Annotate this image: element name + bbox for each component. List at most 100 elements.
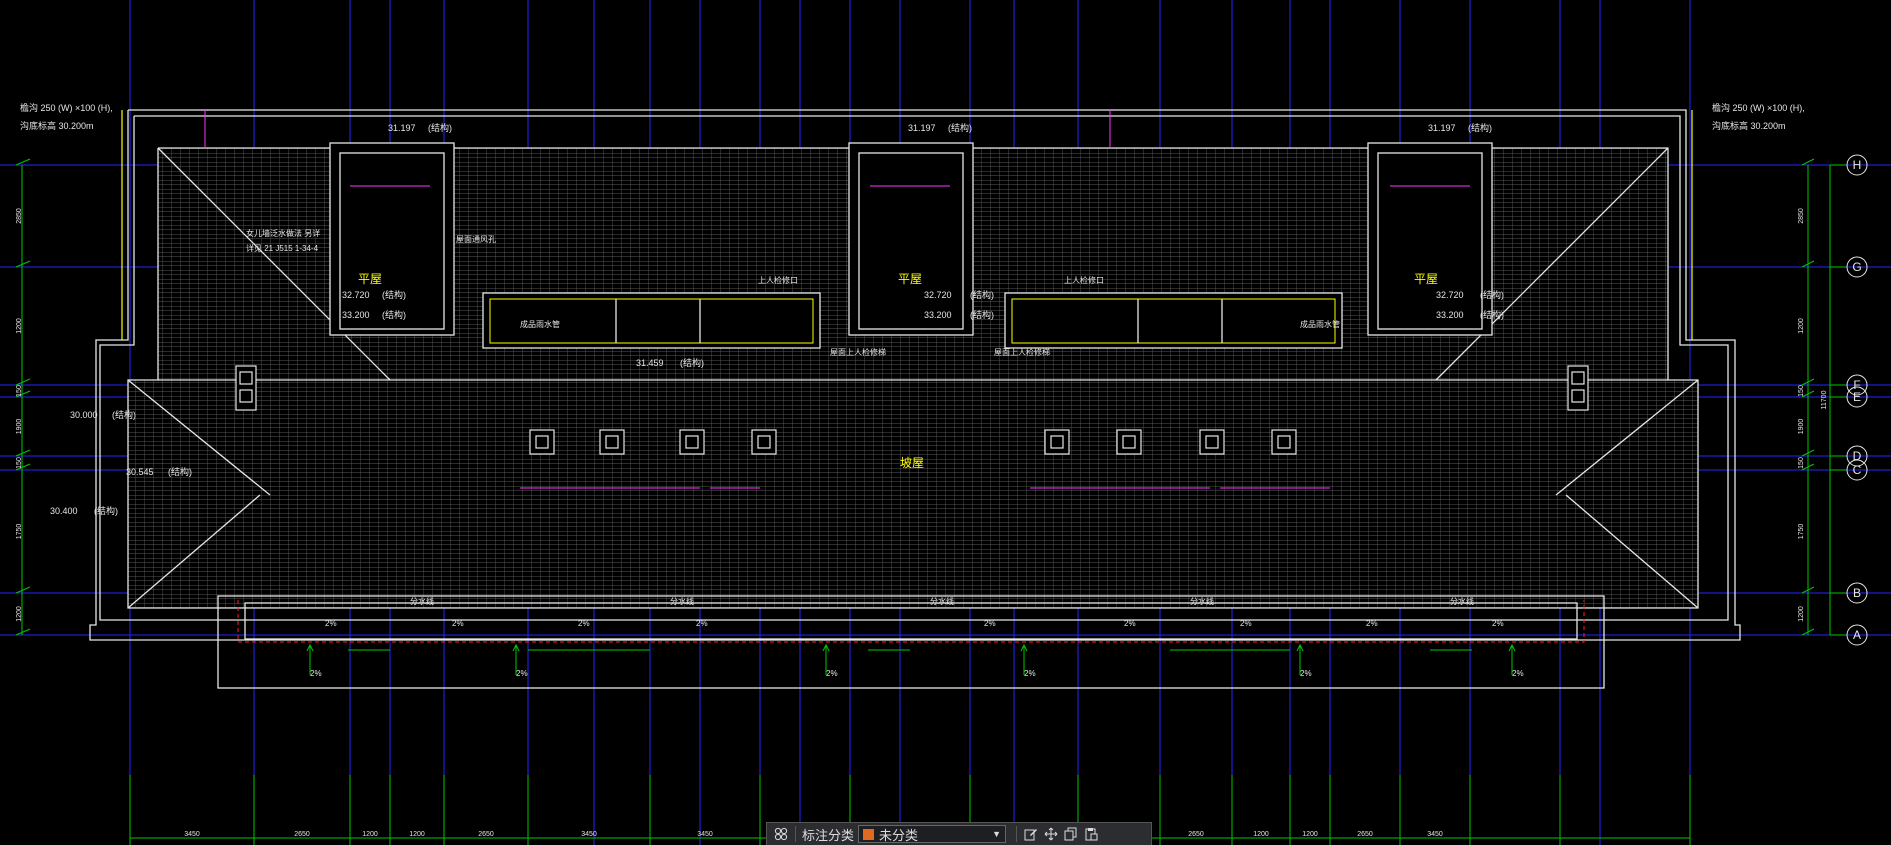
bottom-dim-2: 1200	[362, 831, 378, 838]
level-30000: 30.000	[70, 410, 98, 420]
vent-box	[599, 429, 625, 455]
bottom-dim-6: 3450	[697, 831, 713, 838]
label-flat-left: 平屋	[358, 272, 382, 286]
bottom-dim-5: 3450	[581, 831, 597, 838]
edit-icon[interactable]	[1021, 824, 1041, 844]
note-gutter-center: 屋面上人检修梯	[994, 347, 1050, 357]
rooflight-right	[1004, 292, 1343, 349]
axis-label-E: E	[1853, 390, 1861, 404]
dim-tick	[1801, 158, 1815, 166]
left-dim-0: 2850	[16, 208, 23, 224]
bottom-dim-1: 2650	[294, 831, 310, 838]
chevron-down-icon: ▼	[992, 829, 1002, 839]
dim-tick	[15, 449, 31, 457]
stair-box-right	[1367, 142, 1493, 336]
annotation-category-label: 标注分类	[802, 827, 855, 843]
right-dim-4: 150	[1798, 457, 1805, 469]
slope-label-5: 2%	[1124, 619, 1136, 628]
bottom-dim-13: 1200	[1253, 831, 1269, 838]
slope-label-3: 2%	[696, 619, 708, 628]
split-line-label-1: 分水线	[670, 596, 694, 606]
note-gutter-left: 屋面上人检修梯	[830, 347, 886, 357]
stair-box-left	[329, 142, 455, 336]
group-icon[interactable]	[771, 824, 791, 844]
paste-icon[interactable]	[1081, 824, 1101, 844]
level-30400-struct: (结构)	[94, 505, 118, 516]
right-dim-2: 150	[1798, 385, 1805, 397]
dim-tick	[15, 586, 31, 594]
slope-label-14: 2%	[1512, 669, 1524, 678]
bottom-dim-3: 1200	[409, 831, 425, 838]
dim-tick	[15, 378, 31, 386]
axis-label-B: B	[1853, 586, 1861, 600]
note-vent: 屋面通风孔	[456, 234, 496, 244]
move-icon[interactable]	[1041, 824, 1061, 844]
slope-label-12: 2%	[1024, 669, 1036, 678]
label-slope-roof: 坡屋	[900, 456, 924, 470]
gutter-outlet	[1567, 365, 1589, 411]
pipe-label-left: 成品雨水管	[520, 319, 560, 329]
cad-drawing-canvas[interactable]: 2850 1200 150 1900 150 1750 1200 2850 1200 150 19…	[0, 0, 1891, 845]
note-ladder-left: 上人检修口	[758, 275, 798, 285]
mid-level: 31.459	[636, 358, 664, 368]
annotation-category-select[interactable]: 未分类 ▼	[858, 825, 1007, 843]
vent-box	[1199, 429, 1225, 455]
stair-center-top-level: 31.197	[908, 123, 936, 133]
note-parapet-2: 详见 21 J515 1-34-4	[246, 243, 319, 253]
vent-box	[1116, 429, 1142, 455]
slope-label-13: 2%	[1300, 669, 1312, 678]
slope-label-6: 2%	[1240, 619, 1252, 628]
stair-right-level-a: 32.720	[1436, 290, 1464, 300]
stair-left-struct-b: (结构)	[382, 309, 406, 320]
stair-center-top-struct: (结构)	[948, 122, 972, 133]
category-color-swatch	[863, 828, 875, 840]
note-gutter-right-2: 沟底标高 30.200m	[1712, 120, 1786, 131]
axis-bubbles: HGFEDCBA	[1830, 154, 1868, 646]
left-dim-1: 1200	[16, 318, 23, 334]
mid-level-struct: (结构)	[680, 357, 704, 368]
right-dim-1: 1200	[1798, 318, 1805, 334]
note-gutter-right-1: 檐沟 250 (W) ×100 (H),	[1712, 102, 1805, 113]
bottom-dim-14: 1200	[1302, 831, 1318, 838]
stair-center-level-b: 33.200	[924, 310, 952, 320]
axis-label-C: C	[1853, 463, 1862, 477]
vent-box	[1044, 429, 1070, 455]
right-dim-3: 1900	[1798, 419, 1805, 435]
stair-right-top-struct: (结构)	[1468, 122, 1492, 133]
slope-label-2: 2%	[578, 619, 590, 628]
stair-left-level-b: 33.200	[342, 310, 370, 320]
annotation-toolbar: 标注分类 未分类 ▼	[766, 822, 1152, 845]
bottom-dim-0: 3450	[184, 831, 200, 838]
note-parapet: 女儿墙泛水做法 另详	[246, 228, 320, 238]
pipe-label-right: 成品雨水管	[1300, 319, 1340, 329]
left-dim-2: 150	[16, 385, 23, 397]
level-30000-struct: (结构)	[112, 409, 136, 420]
bottom-dim-16: 3450	[1427, 831, 1443, 838]
slope-label-11: 2%	[826, 669, 838, 678]
dim-tick	[15, 158, 31, 166]
slope-label-10: 2%	[516, 669, 528, 678]
dim-tick	[15, 628, 31, 636]
left-dim-4: 150	[16, 457, 23, 469]
right-dim-0: 2850	[1798, 208, 1805, 224]
level-30400: 30.400	[50, 506, 78, 516]
vent-box	[679, 429, 705, 455]
note-gutter-left-1: 檐沟 250 (W) ×100 (H),	[20, 102, 113, 113]
axis-label-G: G	[1852, 260, 1861, 274]
note-ladder-right: 上人检修口	[1064, 275, 1104, 285]
slope-label-7: 2%	[1366, 619, 1378, 628]
slope-label-0: 2%	[325, 619, 337, 628]
bottom-dim-12: 2650	[1188, 831, 1204, 838]
bottom-dim-4: 2650	[478, 831, 494, 838]
copy-icon[interactable]	[1061, 824, 1081, 844]
gutter-outlet	[235, 365, 257, 411]
note-gutter-left-2: 沟底标高 30.200m	[20, 120, 94, 131]
stair-box-center	[848, 142, 974, 336]
left-dim-5: 1750	[16, 524, 23, 540]
category-select-value: 未分类	[879, 827, 919, 843]
bottom-dim-15: 2650	[1357, 831, 1373, 838]
right-total-dim: 11700	[1821, 390, 1828, 409]
left-dim-3: 1900	[16, 419, 23, 435]
vent-box	[751, 429, 777, 455]
slope-label-1: 2%	[452, 619, 464, 628]
